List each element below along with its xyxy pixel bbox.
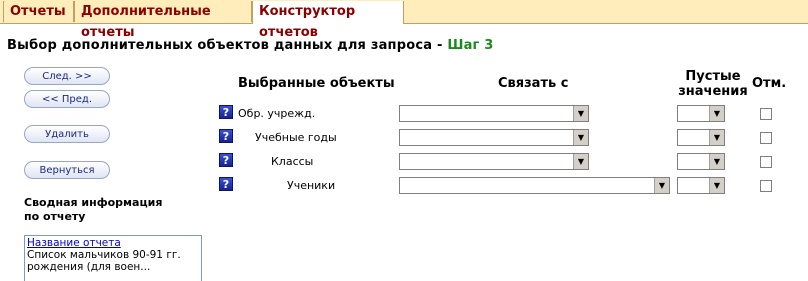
page-title: Выбор дополнительных объектов данных для…	[7, 38, 494, 53]
mark-checkbox[interactable]	[760, 108, 772, 120]
chevron-down-icon: ▼	[573, 130, 588, 145]
object-label: Обр. учрежд.	[238, 107, 316, 120]
delete-button[interactable]: Удалить	[24, 125, 110, 143]
chevron-down-icon: ▼	[654, 178, 669, 193]
object-label: Учебные годы	[255, 131, 337, 144]
null-values-select[interactable]: ▼	[677, 105, 725, 122]
chevron-down-icon: ▼	[709, 154, 724, 169]
help-icon[interactable]: ?	[219, 105, 233, 119]
tab-additional-reports[interactable]: Дополнительные отчеты	[74, 1, 252, 40]
mark-checkbox[interactable]	[760, 156, 772, 168]
chevron-down-icon: ▼	[709, 106, 724, 121]
summary-heading: Сводная информация по отчету	[24, 196, 162, 224]
header-selected-objects: Выбранные объекты	[238, 76, 395, 91]
summary-box: Название отчета Список мальчиков 90-91 г…	[24, 235, 202, 281]
link-select[interactable]: ▼	[399, 105, 589, 122]
header-null-values-line1: Пустые	[685, 69, 741, 84]
header-null-values-line2: значения	[678, 84, 748, 99]
header-link-with: Связать с	[498, 76, 569, 91]
step-indicator: Шаг 3	[447, 38, 494, 53]
mark-checkbox[interactable]	[760, 180, 772, 192]
summary-text-line1: Список мальчиков 90-91 гг.	[27, 249, 181, 261]
object-label: Классы	[271, 155, 314, 168]
object-label: Ученики	[287, 179, 336, 192]
help-icon[interactable]: ?	[219, 177, 233, 191]
prev-button[interactable]: << Пред.	[24, 90, 110, 108]
link-select[interactable]: ▼	[399, 153, 589, 170]
summary-heading-line1: Сводная информация	[24, 196, 163, 209]
next-button[interactable]: След. >>	[24, 67, 110, 85]
summary-text-line2: рождения (для воен...	[27, 261, 151, 273]
link-select[interactable]: ▼	[399, 177, 670, 194]
header-null-values: Пустые значения	[678, 69, 748, 99]
null-values-select[interactable]: ▼	[677, 153, 725, 170]
link-select[interactable]: ▼	[399, 129, 589, 146]
null-values-select[interactable]: ▼	[677, 177, 725, 194]
null-values-select[interactable]: ▼	[677, 129, 725, 146]
chevron-down-icon: ▼	[709, 130, 724, 145]
back-button[interactable]: Вернуться	[24, 161, 110, 179]
help-icon[interactable]: ?	[219, 153, 233, 167]
header-mark: Отм.	[752, 76, 787, 91]
report-name-link[interactable]: Название отчета	[27, 237, 199, 249]
tab-report-builder[interactable]: Конструктор отчетов	[252, 1, 404, 40]
summary-heading-line2: по отчету	[24, 210, 86, 223]
page-title-text: Выбор дополнительных объектов данных для…	[7, 38, 448, 53]
tab-reports[interactable]: Отчеты	[3, 1, 74, 22]
tab-bar: Отчеты Дополнительные отчеты Конструктор…	[0, 0, 808, 40]
chevron-down-icon: ▼	[573, 106, 588, 121]
chevron-down-icon: ▼	[709, 178, 724, 193]
chevron-down-icon: ▼	[573, 154, 588, 169]
mark-checkbox[interactable]	[760, 132, 772, 144]
help-icon[interactable]: ?	[219, 129, 233, 143]
